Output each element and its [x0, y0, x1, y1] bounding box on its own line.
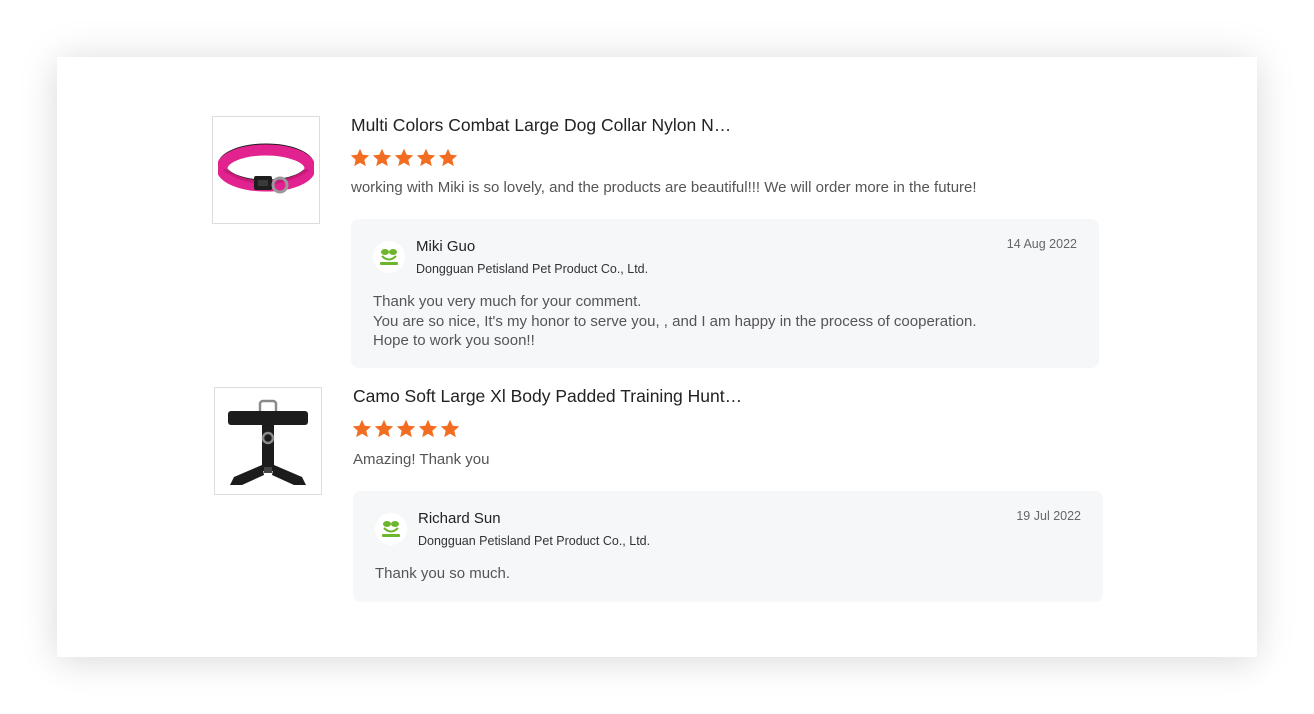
seller-reply: Richard Sun Dongguan Petisland Pet Produ… — [353, 491, 1103, 602]
review-comment: Amazing! Thank you — [353, 451, 490, 468]
black-dog-harness-image — [228, 399, 308, 485]
company-logo — [375, 513, 407, 545]
reviews-card: Multi Colors Combat Large Dog Collar Nyl… — [57, 57, 1257, 657]
reply-text: Thank you so much. — [375, 564, 510, 584]
reply-line: Thank you so much. — [375, 565, 511, 582]
reply-author-name: Richard Sun — [418, 510, 501, 527]
star-icon — [374, 419, 394, 438]
petisland-logo-icon — [382, 521, 400, 537]
star-icon — [440, 419, 460, 438]
rating-stars — [352, 419, 460, 439]
star-icon — [418, 419, 438, 438]
star-icon — [352, 419, 372, 438]
reply-company: Dongguan Petisland Pet Product Co., Ltd. — [418, 534, 651, 548]
star-icon — [396, 419, 416, 438]
product-thumbnail[interactable] — [214, 387, 322, 495]
reply-date: 19 Jul 2022 — [1016, 509, 1081, 523]
product-title[interactable]: Camo Soft Large Xl Body Padded Training … — [353, 386, 742, 407]
review-item: Camo Soft Large Xl Body Padded Training … — [57, 57, 1257, 657]
